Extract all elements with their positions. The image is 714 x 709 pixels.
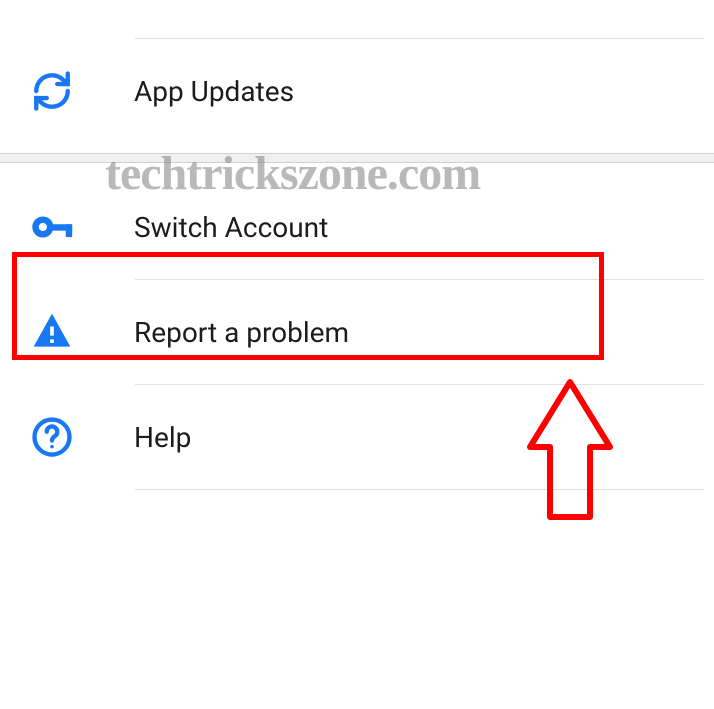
menu-label: Switch Account — [134, 211, 328, 244]
menu-item-report-problem[interactable]: Report a problem — [0, 280, 714, 384]
section-separator — [0, 153, 714, 163]
menu-item-switch-account[interactable]: Switch Account — [0, 175, 714, 279]
menu-label: Help — [134, 421, 191, 454]
top-section: App Updates — [0, 38, 714, 153]
menu-label: App Updates — [134, 75, 294, 108]
divider — [135, 489, 704, 490]
help-icon — [28, 413, 76, 461]
menu-item-app-updates[interactable]: App Updates — [0, 39, 714, 143]
bottom-section: Switch Account Report a problem Help — [0, 163, 714, 490]
menu-item-help[interactable]: Help — [0, 385, 714, 489]
menu-label: Report a problem — [134, 316, 349, 349]
refresh-icon — [28, 67, 76, 115]
key-icon — [28, 203, 76, 251]
warning-icon — [28, 308, 76, 356]
